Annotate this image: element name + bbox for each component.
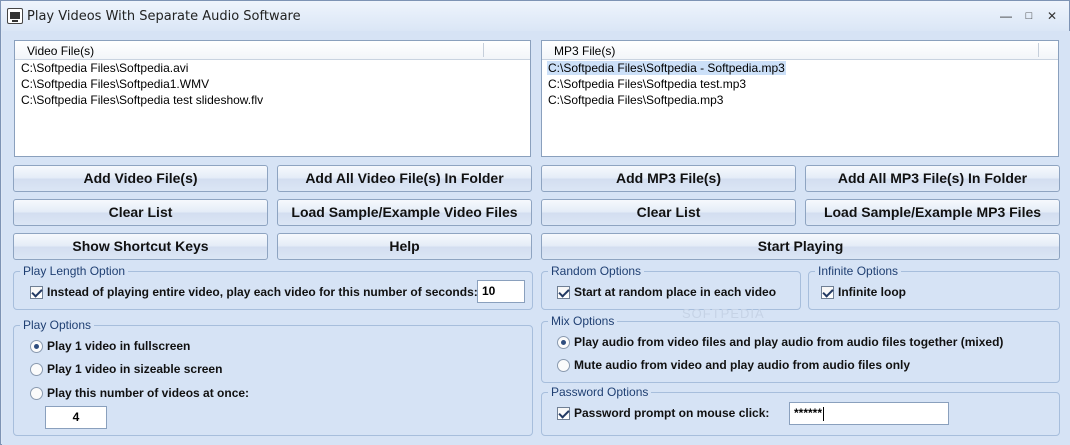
mp3-list-item-selected[interactable]: C:\Softpedia Files\Softpedia - Softpedia… bbox=[542, 60, 1058, 76]
column-separator[interactable] bbox=[1038, 43, 1039, 57]
mixed-audio-radio[interactable] bbox=[557, 336, 570, 349]
load-sample-mp3-button[interactable]: Load Sample/Example MP3 Files bbox=[805, 199, 1060, 226]
clear-video-list-button[interactable]: Clear List bbox=[13, 199, 268, 226]
mix-options-group: Mix Options Play audio from video files … bbox=[541, 313, 1060, 383]
password-prompt-label[interactable]: Password prompt on mouse click: bbox=[574, 406, 769, 420]
app-window: Play Videos With Separate Audio Software… bbox=[0, 0, 1070, 445]
film-app-icon bbox=[7, 8, 23, 24]
play-length-title: Play Length Option bbox=[20, 263, 129, 279]
fullscreen-radio-label[interactable]: Play 1 video in fullscreen bbox=[47, 339, 190, 353]
random-start-checkbox[interactable] bbox=[557, 286, 570, 299]
play-length-group: Play Length Option Instead of playing en… bbox=[13, 263, 533, 310]
video-list-item[interactable]: C:\Softpedia Files\Softpedia.avi bbox=[15, 60, 530, 76]
password-options-title: Password Options bbox=[548, 384, 652, 400]
add-all-mp3-folder-button[interactable]: Add All MP3 File(s) In Folder bbox=[805, 165, 1060, 192]
title-bar[interactable]: Play Videos With Separate Audio Software… bbox=[1, 1, 1069, 31]
videos-count-input[interactable]: 4 bbox=[45, 406, 107, 429]
infinite-options-title: Infinite Options bbox=[815, 263, 902, 279]
play-options-title: Play Options bbox=[20, 317, 95, 333]
show-shortcut-keys-button[interactable]: Show Shortcut Keys bbox=[13, 233, 268, 260]
video-list-header-label: Video File(s) bbox=[27, 44, 95, 58]
video-list-item[interactable]: C:\Softpedia Files\Softpedia test slides… bbox=[15, 92, 530, 108]
mix-options-title: Mix Options bbox=[548, 313, 618, 329]
password-input[interactable]: ****** bbox=[789, 402, 949, 425]
play-options-group: Play Options Play 1 video in fullscreen … bbox=[13, 317, 533, 436]
mute-video-audio-radio[interactable] bbox=[557, 359, 570, 372]
maximize-button[interactable]: □ bbox=[1019, 7, 1039, 25]
mp3-list-item[interactable]: C:\Softpedia Files\Softpedia test.mp3 bbox=[542, 76, 1058, 92]
add-video-button[interactable]: Add Video File(s) bbox=[13, 165, 268, 192]
play-length-checkbox[interactable] bbox=[30, 286, 43, 299]
video-list-header[interactable]: Video File(s) bbox=[15, 41, 530, 60]
column-separator[interactable] bbox=[483, 43, 484, 57]
mp3-list-item[interactable]: C:\Softpedia Files\Softpedia.mp3 bbox=[542, 92, 1058, 108]
window-title: Play Videos With Separate Audio Software bbox=[27, 9, 301, 24]
random-options-group: Random Options Start at random place in … bbox=[541, 263, 801, 310]
password-value: ****** bbox=[794, 406, 823, 420]
watermark: SOFTPEDIA bbox=[682, 306, 765, 321]
start-playing-button[interactable]: Start Playing bbox=[541, 233, 1060, 260]
mute-video-audio-radio-label[interactable]: Mute audio from video and play audio fro… bbox=[574, 358, 910, 372]
password-options-group: Password Options Password prompt on mous… bbox=[541, 384, 1060, 436]
mp3-list-header-label: MP3 File(s) bbox=[554, 44, 616, 58]
mp3-list-header[interactable]: MP3 File(s) bbox=[542, 41, 1058, 60]
load-sample-video-button[interactable]: Load Sample/Example Video Files bbox=[277, 199, 532, 226]
video-file-list[interactable]: Video File(s) C:\Softpedia Files\Softped… bbox=[14, 40, 531, 157]
minimize-button[interactable]: ― bbox=[996, 7, 1016, 25]
mixed-audio-radio-label[interactable]: Play audio from video files and play aud… bbox=[574, 335, 1003, 349]
sizeable-screen-radio-label[interactable]: Play 1 video in sizeable screen bbox=[47, 362, 222, 376]
multiple-videos-radio[interactable] bbox=[30, 387, 43, 400]
video-list-item[interactable]: C:\Softpedia Files\Softpedia1.WMV bbox=[15, 76, 530, 92]
mp3-file-list[interactable]: MP3 File(s) C:\Softpedia Files\Softpedia… bbox=[541, 40, 1059, 157]
multiple-videos-radio-label[interactable]: Play this number of videos at once: bbox=[47, 386, 249, 400]
add-all-video-folder-button[interactable]: Add All Video File(s) In Folder bbox=[277, 165, 532, 192]
text-caret bbox=[823, 406, 825, 421]
password-prompt-checkbox[interactable] bbox=[557, 407, 570, 420]
close-button[interactable]: ✕ bbox=[1042, 7, 1062, 25]
random-options-title: Random Options bbox=[548, 263, 645, 279]
infinite-options-group: Infinite Options Infinite loop bbox=[808, 263, 1060, 310]
infinite-loop-checkbox[interactable] bbox=[821, 286, 834, 299]
sizeable-screen-radio[interactable] bbox=[30, 363, 43, 376]
help-button[interactable]: Help bbox=[277, 233, 532, 260]
infinite-loop-label[interactable]: Infinite loop bbox=[838, 285, 906, 299]
seconds-input[interactable]: 10 bbox=[477, 280, 525, 303]
random-start-label[interactable]: Start at random place in each video bbox=[574, 285, 776, 299]
play-length-label[interactable]: Instead of playing entire video, play ea… bbox=[47, 285, 478, 299]
fullscreen-radio[interactable] bbox=[30, 340, 43, 353]
clear-mp3-list-button[interactable]: Clear List bbox=[541, 199, 796, 226]
main-content: Video File(s) C:\Softpedia Files\Softped… bbox=[2, 31, 1070, 445]
add-mp3-button[interactable]: Add MP3 File(s) bbox=[541, 165, 796, 192]
